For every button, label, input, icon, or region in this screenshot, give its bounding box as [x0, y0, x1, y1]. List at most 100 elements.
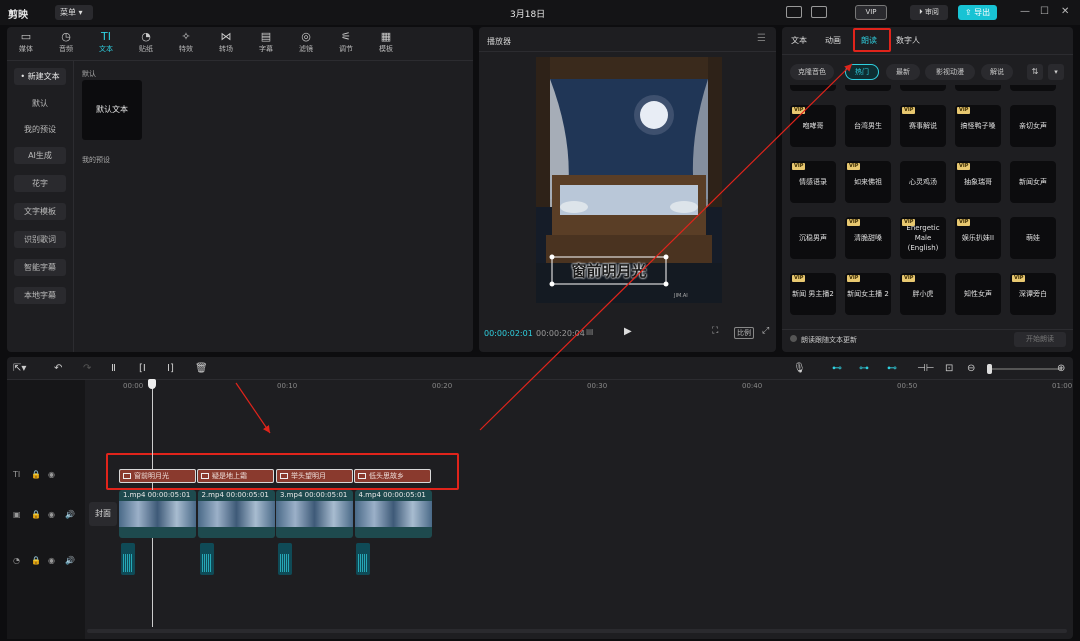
voice-card[interactable]: VIP 情感语录 [790, 161, 836, 203]
voice-card-partial[interactable] [955, 85, 1001, 91]
right-tab[interactable]: 文本 [791, 35, 807, 46]
filter-chip[interactable]: 最新 [886, 64, 920, 80]
voice-card[interactable]: 台湾男生 [845, 105, 891, 147]
voice-card[interactable]: VIP 胖小虎 [900, 273, 946, 315]
text-clip[interactable]: 疑是地上霜 [197, 469, 274, 483]
split-left-icon[interactable]: [Ⅰ [139, 363, 146, 374]
maximize-icon[interactable]: ☐ [1040, 6, 1049, 17]
sidebar-item[interactable]: 默认 [14, 95, 66, 112]
minimize-icon[interactable]: — [1020, 6, 1030, 17]
voice-card[interactable]: 沉稳男声 [790, 217, 836, 259]
volume-icon[interactable]: 🔊 [65, 556, 75, 565]
voice-card-partial[interactable] [845, 85, 891, 91]
voice-card[interactable]: 心灵鸡汤 [900, 161, 946, 203]
voice-card[interactable]: VIP Energetic Male (English) [900, 217, 946, 259]
tab-text[interactable]: TI 文本 [89, 30, 123, 54]
microphone-icon[interactable]: 🎙 [793, 363, 806, 374]
video-clip[interactable]: 1.mp4 00:00:05:01 [119, 490, 196, 538]
voice-card[interactable]: VIP 如来佛祖 [845, 161, 891, 203]
voice-card[interactable]: 萌娃 [1010, 217, 1056, 259]
caption-icon[interactable]: ⊡ [945, 363, 953, 374]
layout-icon[interactable] [811, 6, 827, 18]
voice-card[interactable]: 亲切女声 [1010, 105, 1056, 147]
review-button[interactable]: ⏵ 审阅 [910, 5, 948, 20]
video-preview[interactable]: 窗前明月光 JIM.AI [536, 57, 722, 303]
start-reading-button[interactable]: 开始朗读 [1014, 332, 1066, 347]
text-clip[interactable]: 举头望明月 [276, 469, 353, 483]
sidebar-item[interactable]: 文字模板 [14, 203, 66, 220]
voice-card[interactable]: VIP 搞怪鸭子嗓 [955, 105, 1001, 147]
voice-card-partial[interactable] [790, 85, 836, 91]
redo-icon[interactable]: ↷ [83, 363, 91, 374]
playhead-handle[interactable] [148, 379, 156, 389]
voice-card[interactable]: VIP 清脆甜嗓 [845, 217, 891, 259]
shortcut-icon[interactable] [786, 6, 802, 18]
tab-effects[interactable]: ✧ 特效 [169, 30, 203, 54]
filter-chip[interactable]: 影视动漫 [925, 64, 975, 80]
grid-icon[interactable]: ▤ [586, 327, 594, 336]
right-tab[interactable]: 数字人 [896, 35, 920, 46]
default-text-card[interactable]: 默认文本 [82, 80, 142, 140]
audio-clip[interactable] [200, 543, 214, 575]
audio-clip[interactable] [356, 543, 370, 575]
auto-snap-icon[interactable]: ⊶ [859, 363, 869, 374]
voice-card-partial[interactable] [900, 85, 946, 91]
tab-media[interactable]: ▭ 媒体 [9, 30, 43, 54]
audio-clip[interactable] [121, 543, 135, 575]
vip-badge[interactable]: VIP [855, 5, 887, 20]
voice-card[interactable]: VIP 抽象瑞哥 [955, 161, 1001, 203]
tab-sticker[interactable]: ◔ 贴纸 [129, 30, 163, 54]
chevron-down-icon[interactable]: ▾ [1048, 64, 1064, 80]
close-icon[interactable]: ✕ [1061, 6, 1069, 17]
split-icon[interactable]: Ⅱ [111, 363, 116, 374]
sidebar-item[interactable]: 识别歌词 [14, 231, 66, 248]
sidebar-item[interactable]: AI生成 [14, 147, 66, 164]
voice-card[interactable]: VIP 赛事解说 [900, 105, 946, 147]
voice-card[interactable]: VIP 娱乐扒妹II [955, 217, 1001, 259]
preview-axis-icon[interactable]: ⊣⊢ [917, 363, 934, 374]
split-right-icon[interactable]: Ⅰ] [167, 363, 174, 374]
expand-icon[interactable]: ⤢ [762, 326, 769, 336]
linkage-icon[interactable]: ⊷ [887, 363, 897, 374]
tab-adjust[interactable]: ⚟ 调节 [329, 30, 363, 54]
video-clip[interactable]: 3.mp4 00:00:05:01 [276, 490, 353, 538]
play-button[interactable]: ▶ [624, 326, 632, 337]
sidebar-item[interactable]: 本地字幕 [14, 287, 66, 304]
tab-audio[interactable]: ◷ 音频 [49, 30, 83, 54]
text-clip[interactable]: 窗前明月光 [119, 469, 196, 483]
overlay-caption[interactable]: 窗前明月光 [554, 260, 664, 281]
eye-icon[interactable]: ◉ [48, 470, 55, 479]
voice-card[interactable]: VIP 新闻 男主播2 [790, 273, 836, 315]
ratio-button[interactable]: 比例 [734, 327, 754, 339]
voice-card-partial[interactable] [1010, 85, 1056, 91]
audio-clip[interactable] [278, 543, 292, 575]
eye-icon[interactable]: ◉ [48, 556, 55, 565]
voice-card[interactable]: VIP 新闻女主播 2 [845, 273, 891, 315]
menu-button[interactable]: 菜单 ▾ [55, 5, 93, 20]
eye-icon[interactable]: ◉ [48, 510, 55, 519]
zoom-out-icon[interactable]: ⊖ [967, 363, 975, 374]
zoom-in-icon[interactable]: ⊕ [1057, 363, 1065, 374]
video-clip[interactable]: 2.mp4 00:00:05:01 [197, 490, 275, 538]
lock-icon[interactable]: 🔒 [31, 470, 41, 479]
right-tab[interactable]: 动画 [825, 35, 841, 46]
sidebar-item[interactable]: 智能字幕 [14, 259, 66, 276]
filter-chip[interactable]: 克隆音色 [790, 64, 834, 80]
horizontal-scrollbar[interactable] [87, 629, 1067, 633]
undo-icon[interactable]: ↶ [54, 363, 62, 374]
delete-icon[interactable]: 🗑 [195, 363, 208, 374]
fullscreen-preview-icon[interactable]: ⛶ [712, 326, 718, 336]
voice-card[interactable]: VIP 深谭旁白 [1010, 273, 1056, 315]
lock-icon[interactable]: 🔒 [31, 510, 41, 519]
sidebar-item[interactable]: • 新建文本 [14, 68, 66, 85]
export-button[interactable]: ⇪ 导出 [958, 5, 997, 20]
sort-filter-icon[interactable]: ⇅ [1027, 64, 1043, 80]
tab-transition[interactable]: ⋈ 转场 [209, 30, 243, 54]
player-menu-icon[interactable]: ☰ [757, 33, 766, 44]
main-track-magnet-icon[interactable]: ⊷ [832, 363, 842, 374]
voice-card[interactable]: VIP 咆哮哥 [790, 105, 836, 147]
voice-card[interactable]: 知性女声 [955, 273, 1001, 315]
volume-icon[interactable]: 🔊 [65, 510, 75, 519]
filter-chip[interactable]: 热门 [845, 64, 879, 80]
zoom-slider-thumb[interactable] [987, 364, 992, 374]
